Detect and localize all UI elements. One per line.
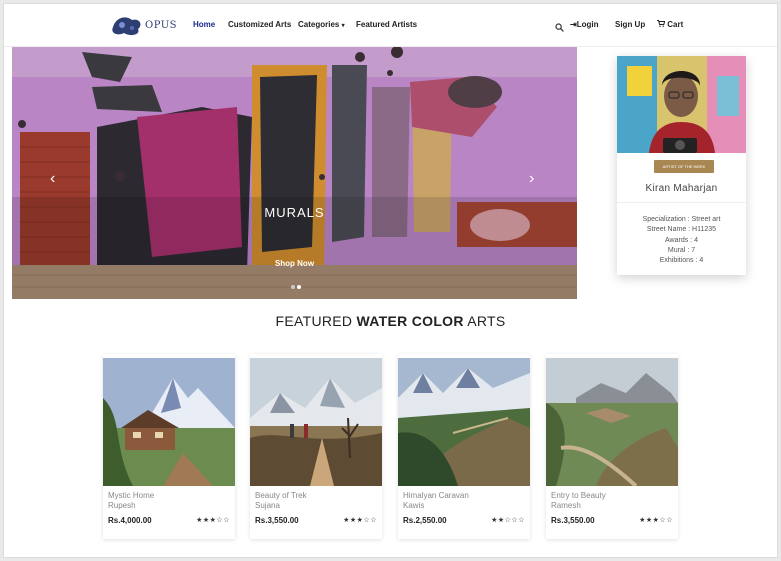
artist-exhibitions: Exhibitions : 4 bbox=[659, 257, 704, 265]
section-title-post: ARTS bbox=[463, 313, 506, 329]
nav-categories-label: Categories bbox=[298, 20, 340, 29]
carousel-prev-icon[interactable]: ‹ bbox=[50, 170, 55, 188]
login-link[interactable]: ⇥Login bbox=[570, 20, 598, 29]
product-artist: Kawis bbox=[403, 501, 425, 510]
nav-customized-arts[interactable]: Customized Arts bbox=[228, 20, 291, 29]
carousel-dot-active[interactable] bbox=[297, 285, 301, 289]
product-price: Rs.3,550.00 bbox=[255, 516, 299, 525]
artist-of-week-badge: ARTIST OF THE WEEK bbox=[654, 160, 714, 173]
brand-logo[interactable]: OPUS bbox=[110, 15, 177, 37]
product-price: Rs.4,000.00 bbox=[108, 516, 152, 525]
caret-down-icon: ▾ bbox=[341, 23, 345, 29]
section-title-pre: FEATURED bbox=[275, 313, 357, 329]
product-artist: Ramesh bbox=[551, 501, 581, 510]
hero-carousel[interactable]: ‹ › MURALS Shop Now bbox=[12, 47, 577, 299]
artist-details: Specialization : Street art Street Name … bbox=[617, 215, 746, 266]
navbar: OPUS Home Customized Arts Categories ▾ F… bbox=[4, 4, 777, 47]
artist-name[interactable]: Kiran Maharjan bbox=[617, 183, 746, 194]
brand-name: OPUS bbox=[145, 20, 178, 31]
signup-link[interactable]: Sign Up bbox=[615, 20, 645, 29]
nav-home[interactable]: Home bbox=[193, 20, 215, 29]
login-label: Login bbox=[576, 20, 599, 29]
carousel-next-icon[interactable]: › bbox=[529, 170, 534, 188]
page-frame: OPUS Home Customized Arts Categories ▾ F… bbox=[3, 3, 778, 558]
cart-icon bbox=[657, 20, 667, 29]
product-title[interactable]: Himalyan Caravan bbox=[403, 491, 469, 500]
rating-stars-icon: ★★★☆☆ bbox=[196, 517, 230, 524]
product-image[interactable] bbox=[103, 358, 235, 486]
search-icon[interactable] bbox=[555, 19, 564, 37]
product-price: Rs.2,550.00 bbox=[403, 516, 447, 525]
artist-photo bbox=[617, 56, 746, 153]
rating-stars-icon: ★★☆☆☆ bbox=[491, 517, 525, 524]
product-price: Rs.3,550.00 bbox=[551, 516, 595, 525]
product-card[interactable]: Beauty of Trek Sujana Rs.3,550.00 ★★★☆☆ bbox=[250, 354, 382, 539]
product-artist: Sujana bbox=[255, 501, 280, 510]
hero-caption: MURALS bbox=[264, 205, 325, 220]
artist-card[interactable]: ARTIST OF THE WEEK Kiran Maharjan Specia… bbox=[617, 56, 746, 275]
product-title[interactable]: Beauty of Trek bbox=[255, 491, 307, 500]
artist-mural: Mural : 7 bbox=[667, 246, 696, 254]
carousel-dot[interactable] bbox=[291, 285, 295, 289]
product-image[interactable] bbox=[398, 358, 530, 486]
rating-stars-icon: ★★★☆☆ bbox=[343, 517, 377, 524]
product-image[interactable] bbox=[546, 358, 678, 486]
shop-now-button[interactable]: Shop Now bbox=[12, 259, 577, 268]
logo-splash-icon bbox=[112, 17, 141, 36]
product-title[interactable]: Mystic Home bbox=[108, 491, 154, 500]
cart-label: Cart bbox=[667, 20, 684, 29]
nav-featured-artists[interactable]: Featured Artists bbox=[356, 20, 417, 29]
product-image[interactable] bbox=[250, 358, 382, 486]
product-card[interactable]: Mystic Home Rupesh Rs.4,000.00 ★★★☆☆ bbox=[103, 354, 235, 539]
section-title: FEATURED WATER COLOR ARTS bbox=[4, 313, 777, 329]
artist-street-name: Street Name : H11235 bbox=[646, 226, 717, 234]
product-card[interactable]: Entry to Beauty Ramesh Rs.3,550.00 ★★★☆☆ bbox=[546, 354, 678, 539]
login-icon: ⇥ bbox=[570, 20, 577, 29]
section-title-bold: WATER COLOR bbox=[356, 313, 464, 329]
nav-categories[interactable]: Categories ▾ bbox=[298, 20, 345, 29]
artist-specialization: Specialization : Street art bbox=[642, 216, 721, 223]
product-artist: Rupesh bbox=[108, 501, 136, 510]
product-title[interactable]: Entry to Beauty bbox=[551, 491, 606, 500]
cart-link[interactable]: Cart bbox=[657, 20, 683, 29]
carousel-indicators bbox=[290, 276, 302, 294]
product-card[interactable]: Himalyan Caravan Kawis Rs.2,550.00 ★★☆☆☆ bbox=[398, 354, 530, 539]
artist-awards: Awards : 4 bbox=[665, 236, 698, 244]
divider bbox=[617, 202, 746, 203]
rating-stars-icon: ★★★☆☆ bbox=[639, 517, 673, 524]
